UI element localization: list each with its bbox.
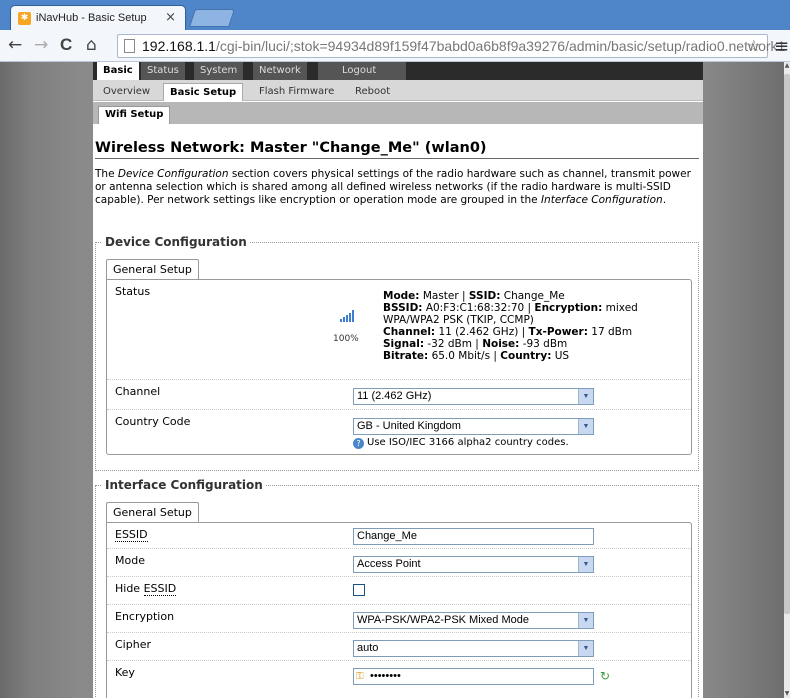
essid-label: ESSID (115, 528, 148, 542)
submenu-wifi-setup[interactable]: Wifi Setup (98, 106, 171, 124)
essid-row: ESSID Change_Me (107, 523, 691, 549)
device-general-setup-tab[interactable]: General Setup (106, 259, 199, 279)
cipher-select[interactable]: auto ▼ (353, 640, 594, 657)
key-row: Key ⚿ •••••••• ↻ (107, 661, 691, 689)
hide-essid-checkbox[interactable] (353, 584, 365, 596)
hide-essid-row: Hide ESSID (107, 577, 691, 605)
page-icon (124, 39, 135, 53)
scroll-up-icon[interactable]: ▲ (784, 62, 790, 70)
browser-tab-strip: ✱ iNavHub - Basic Setup × (0, 0, 790, 30)
chevron-down-icon: ▼ (578, 419, 593, 434)
page-description: The Device Configuration section covers … (95, 168, 691, 206)
country-code-row: Country Code GB - United Kingdom ▼ ? Use … (107, 410, 691, 456)
key-label: Key (115, 666, 135, 679)
signal-percent: 100% (333, 334, 359, 344)
scroll-down-icon[interactable]: ▼ (784, 690, 790, 698)
submenu-basic-setup[interactable]: Basic Setup (163, 83, 244, 101)
interface-configuration-legend: Interface Configuration (102, 478, 266, 492)
device-general-setup-section: Status 100% Mode: Master | SSID: Change_… (106, 279, 692, 455)
device-configuration-fieldset: Device Configuration General Setup Statu… (95, 235, 699, 471)
key-input[interactable]: ⚿ •••••••• (353, 668, 594, 685)
channel-row: Channel 11 (2.462 GHz) ▼ (107, 380, 691, 410)
browser-tab[interactable]: ✱ iNavHub - Basic Setup × (10, 5, 186, 30)
forward-icon[interactable]: → (34, 35, 48, 55)
submenu-flash-firmware[interactable]: Flash Firmware (253, 83, 340, 101)
favicon-icon: ✱ (18, 12, 31, 25)
home-icon[interactable]: ⌂ (86, 35, 97, 55)
top-menu: Basic Status System Network Logout (93, 62, 703, 80)
tab-title: iNavHub - Basic Setup (36, 12, 147, 24)
submenu-overview[interactable]: Overview (97, 83, 156, 101)
browser-toolbar: ← → C ⌂ 192.168.1.1/cgi-bin/luci/;stok=9… (0, 30, 790, 62)
cipher-label: Cipher (115, 638, 151, 651)
mode-row: Mode Access Point ▼ (107, 549, 691, 577)
encryption-label: Encryption (115, 610, 175, 623)
device-configuration-legend: Device Configuration (102, 235, 250, 249)
title-divider (95, 158, 699, 159)
country-code-select[interactable]: GB - United Kingdom ▼ (353, 418, 594, 435)
hide-essid-label: Hide ESSID (115, 582, 177, 596)
essid-input[interactable]: Change_Me (353, 528, 594, 545)
submenu-reboot[interactable]: Reboot (349, 83, 396, 101)
page-content: Basic Status System Network Logout Overv… (93, 62, 703, 698)
chevron-down-icon: ▼ (578, 557, 593, 572)
interface-general-setup-section: ESSID Change_Me Mode Access Point ▼ Hide… (106, 522, 692, 698)
page-title: Wireless Network: Master "Change_Me" (wl… (95, 140, 487, 156)
chevron-down-icon: ▼ (578, 641, 593, 656)
reveal-password-icon[interactable]: ↻ (600, 670, 612, 682)
topmenu-status[interactable]: Status (141, 62, 189, 80)
encryption-select[interactable]: WPA-PSK/WPA2-PSK Mixed Mode ▼ (353, 612, 594, 629)
status-details: Mode: Master | SSID: Change_Me BSSID: A0… (383, 290, 638, 362)
key-icon: ⚿ (356, 671, 364, 682)
chevron-down-icon: ▼ (578, 613, 593, 628)
status-row: Status 100% Mode: Master | SSID: Change_… (107, 280, 691, 380)
vertical-scrollbar[interactable]: ▲ ▼ (784, 62, 790, 698)
url-text: 192.168.1.1/cgi-bin/luci/;stok=94934d89f… (142, 38, 786, 54)
key-value: •••••••• (370, 670, 401, 682)
topmenu-basic[interactable]: Basic (97, 62, 143, 80)
country-code-label: Country Code (115, 415, 191, 428)
channel-label: Channel (115, 385, 161, 398)
back-icon[interactable]: ← (8, 35, 22, 55)
mode-select[interactable]: Access Point ▼ (353, 556, 594, 573)
address-bar[interactable]: 192.168.1.1/cgi-bin/luci/;stok=94934d89f… (117, 34, 785, 58)
country-code-hint: ? Use ISO/IEC 3166 alpha2 country codes. (353, 437, 569, 449)
topmenu-system[interactable]: System (194, 62, 248, 80)
channel-select[interactable]: 11 (2.462 GHz) ▼ (353, 388, 594, 405)
chevron-down-icon: ▼ (578, 389, 593, 404)
cipher-row: Cipher auto ▼ (107, 633, 691, 661)
topmenu-logout[interactable]: Logout (318, 62, 411, 80)
interface-configuration-fieldset: Interface Configuration General Setup ES… (95, 478, 699, 698)
sub-menu: Overview Basic Setup Flash Firmware Rebo… (93, 80, 703, 101)
third-level-menu: Wifi Setup (93, 102, 703, 124)
tab-close-icon[interactable]: × (165, 10, 176, 25)
new-tab-button[interactable] (189, 9, 235, 27)
help-icon: ? (353, 438, 364, 449)
encryption-row: Encryption WPA-PSK/WPA2-PSK Mixed Mode ▼ (107, 605, 691, 633)
status-label: Status (115, 285, 151, 298)
interface-general-setup-tab[interactable]: General Setup (106, 502, 199, 522)
bookmark-star-icon[interactable]: ☆ (747, 36, 761, 55)
scrollbar-thumb[interactable] (784, 74, 790, 614)
browser-menu-icon[interactable]: ≡ (774, 36, 789, 57)
page-viewport: Basic Status System Network Logout Overv… (0, 62, 784, 698)
topmenu-network[interactable]: Network (253, 62, 311, 80)
reload-icon[interactable]: C (60, 35, 72, 55)
signal-strength-icon (340, 310, 354, 322)
mode-label: Mode (115, 554, 145, 567)
